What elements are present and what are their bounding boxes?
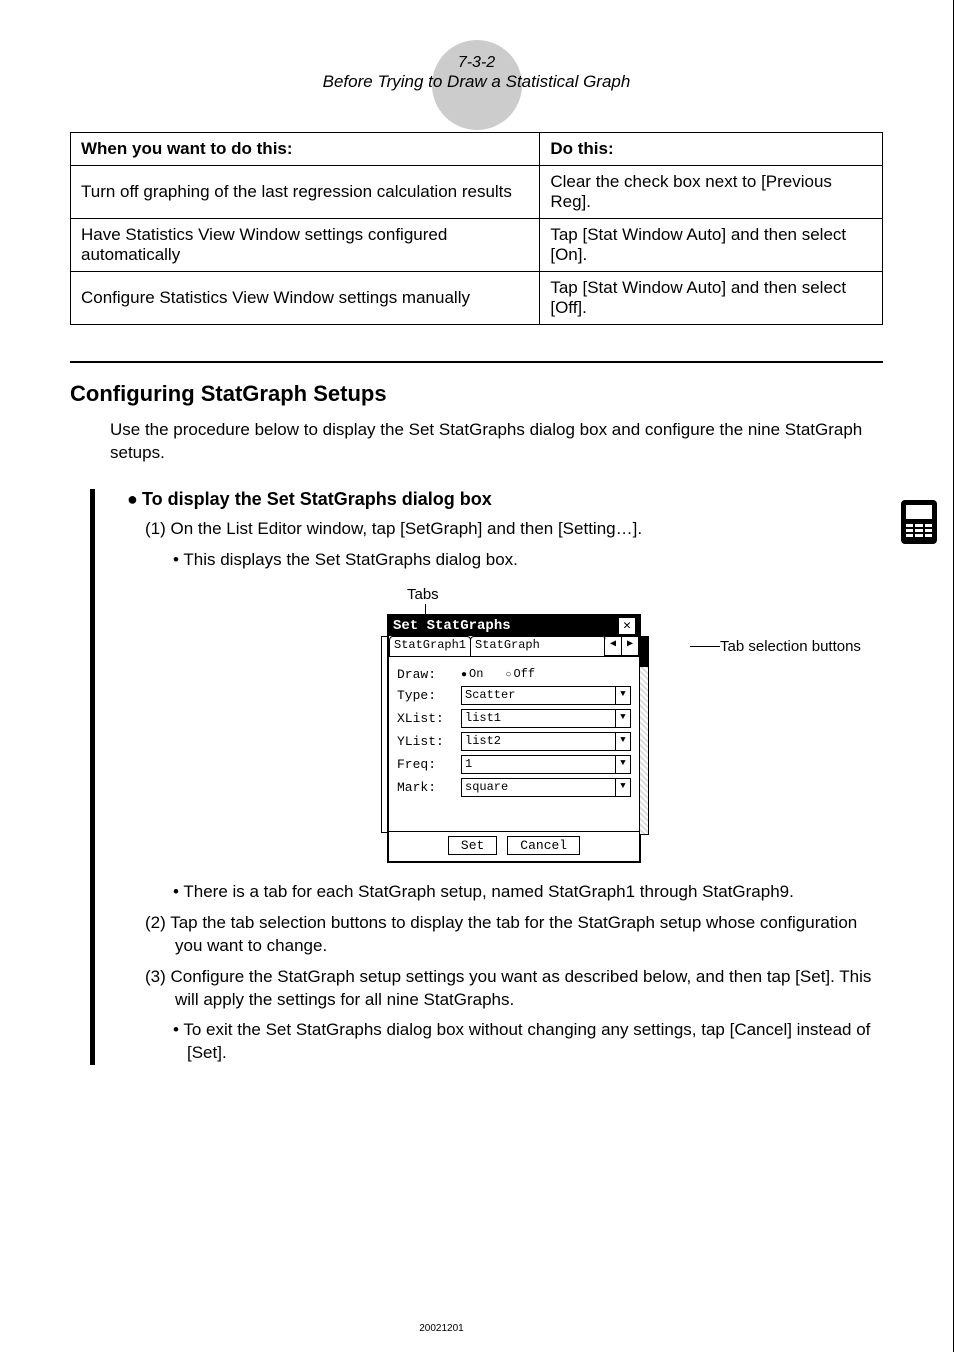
cell: Have Statistics View Window settings con… — [71, 219, 540, 272]
section-intro: Use the procedure below to display the S… — [110, 419, 883, 465]
table-row: Have Statistics View Window settings con… — [71, 219, 883, 272]
tab-scroll-left-button[interactable]: ◀ — [604, 636, 622, 656]
draw-on-radio[interactable]: On — [461, 667, 483, 681]
cell: Tap [Stat Window Auto] and then select [… — [540, 219, 883, 272]
instruction-table: When you want to do this: Do this: Turn … — [70, 132, 883, 325]
scrollbar[interactable] — [639, 636, 649, 835]
chevron-down-icon[interactable]: ▼ — [615, 779, 630, 796]
chevron-down-icon[interactable]: ▼ — [615, 733, 630, 750]
set-statgraphs-dialog: Set StatGraphs ✕ StatGraph1 StatGraph ◀ … — [387, 614, 641, 863]
ylist-dropdown[interactable]: list2▼ — [461, 732, 631, 751]
page-ref: 7-3-2 — [70, 30, 883, 72]
step-1-note: • This displays the Set StatGraphs dialo… — [173, 549, 883, 572]
ylist-label: YList: — [397, 734, 453, 749]
xlist-dropdown[interactable]: list1▼ — [461, 709, 631, 728]
table-row: Turn off graphing of the last regression… — [71, 166, 883, 219]
chevron-down-icon[interactable]: ▼ — [615, 687, 630, 704]
th-do: Do this: — [540, 133, 883, 166]
step-3-note: • To exit the Set StatGraphs dialog box … — [173, 1019, 883, 1065]
chevron-down-icon[interactable]: ▼ — [615, 756, 630, 773]
cell: Configure Statistics View Window setting… — [71, 272, 540, 325]
cell: Tap [Stat Window Auto] and then select [… — [540, 272, 883, 325]
tab-statgraph1[interactable]: StatGraph1 — [389, 636, 471, 656]
type-label: Type: — [397, 688, 453, 703]
step-1-note-2: • There is a tab for each StatGraph setu… — [173, 881, 883, 904]
chevron-down-icon[interactable]: ▼ — [615, 710, 630, 727]
xlist-label: XList: — [397, 711, 453, 726]
th-when: When you want to do this: — [71, 133, 540, 166]
cell: Turn off graphing of the last regression… — [71, 166, 540, 219]
tab-selection-callout-label: Tab selection buttons — [720, 638, 861, 655]
step-3: (3) Configure the StatGraph setup settin… — [145, 966, 883, 1012]
set-button[interactable]: Set — [448, 836, 497, 855]
tab-scroll-right-button[interactable]: ▶ — [621, 636, 639, 656]
dialog-title: Set StatGraphs — [393, 618, 511, 634]
tabs-callout-label: Tabs — [407, 586, 439, 603]
mark-label: Mark: — [397, 780, 453, 795]
freq-dropdown[interactable]: 1▼ — [461, 755, 631, 774]
step-1: (1) On the List Editor window, tap [SetG… — [145, 518, 883, 541]
section-heading: Configuring StatGraph Setups — [70, 381, 883, 407]
table-row: Configure Statistics View Window setting… — [71, 272, 883, 325]
cell: Clear the check box next to [Previous Re… — [540, 166, 883, 219]
mark-dropdown[interactable]: square▼ — [461, 778, 631, 797]
step-2: (2) Tap the tab selection buttons to dis… — [145, 912, 883, 958]
footer-code: 20021201 — [0, 1323, 883, 1334]
bullet-icon: ● — [127, 489, 137, 510]
tab-statgraph-next[interactable]: StatGraph — [470, 636, 606, 656]
draw-label: Draw: — [397, 667, 453, 682]
freq-label: Freq: — [397, 757, 453, 772]
close-icon[interactable]: ✕ — [619, 618, 635, 634]
cancel-button[interactable]: Cancel — [507, 836, 580, 855]
sub-heading: To display the Set StatGraphs dialog box — [142, 489, 492, 509]
calculator-icon — [901, 500, 937, 544]
page-title: Before Trying to Draw a Statistical Grap… — [70, 72, 883, 92]
type-dropdown[interactable]: Scatter▼ — [461, 686, 631, 705]
draw-off-radio[interactable]: Off — [505, 667, 535, 681]
